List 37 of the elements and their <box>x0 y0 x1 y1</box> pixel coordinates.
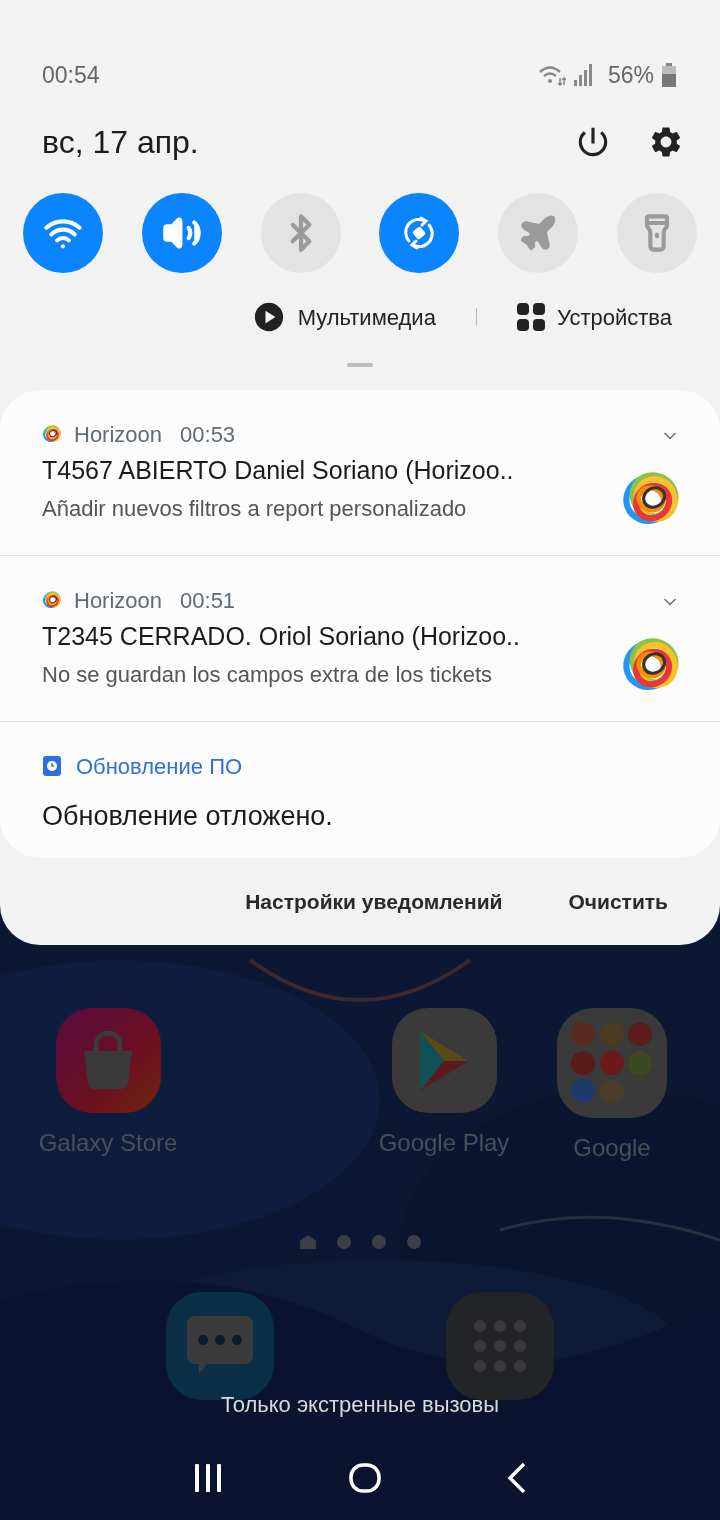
app-name: Horizoon <box>74 420 163 449</box>
devices-icon <box>516 303 545 331</box>
app-name: Обновление ПО <box>76 752 243 781</box>
home-page-indicator-icon <box>299 1235 316 1249</box>
notification-time: 00:51 <box>180 586 236 615</box>
notification-card[interactable]: Horizoon 00:53 T4567 ABIERTO Daniel Soriano (Horizoo.. Añadir nuevos filtros a report personalizado <box>0 390 720 555</box>
clock: 00:54 <box>42 60 100 90</box>
emergency-calls-text: Только экстренные вызовы <box>219 1391 501 1419</box>
panel-action-button[interactable]: Очистить <box>568 885 668 918</box>
notification-text: Añadir nuevos filtros a report personalizado <box>42 495 468 523</box>
app-logo-icon <box>42 590 62 610</box>
app-logo-icon <box>42 424 62 444</box>
notification-title: T2345 CERRADO. Oriol Soriano (Horizoo.. <box>42 621 521 652</box>
app-label: Galaxy Store <box>38 1128 178 1158</box>
app-folder-icon[interactable] <box>557 1008 667 1118</box>
notification-text: Обновление отложено. <box>42 800 334 833</box>
update-icon <box>42 755 62 777</box>
signal-icon <box>573 64 594 86</box>
back-icon[interactable] <box>507 1462 527 1494</box>
app-label: Google Play <box>378 1128 510 1158</box>
date: вс, 17 апр. <box>42 123 199 162</box>
battery-percent: 56% <box>607 60 654 90</box>
wifi-status-icon <box>537 64 566 86</box>
notification-title: T4567 ABIERTO Daniel Soriano (Horizoo.. <box>42 455 515 486</box>
recent-apps-icon[interactable] <box>193 1463 223 1493</box>
home-icon[interactable] <box>349 1462 381 1494</box>
panel-action-button[interactable]: Настройки уведомлений <box>245 885 503 918</box>
drag-handle[interactable] <box>347 363 373 367</box>
media-link[interactable]: Устройства <box>516 300 672 334</box>
media-link[interactable]: Мультимедиа <box>251 300 436 334</box>
notification-card[interactable]: Обновление ПО Обновление отложено. <box>0 721 720 858</box>
notification-text: No se guardan los campos extra de los tickets <box>42 661 493 689</box>
app-name: Horizoon <box>74 586 163 615</box>
notification-card[interactable]: Horizoon 00:51 T2345 CERRADO. Oriol Soriano (Horizoo.. No se guardan los campos extra de los tickets <box>0 555 720 721</box>
battery-icon <box>662 63 676 87</box>
notification-time: 00:53 <box>180 420 236 449</box>
app-label: Google <box>573 1133 651 1163</box>
